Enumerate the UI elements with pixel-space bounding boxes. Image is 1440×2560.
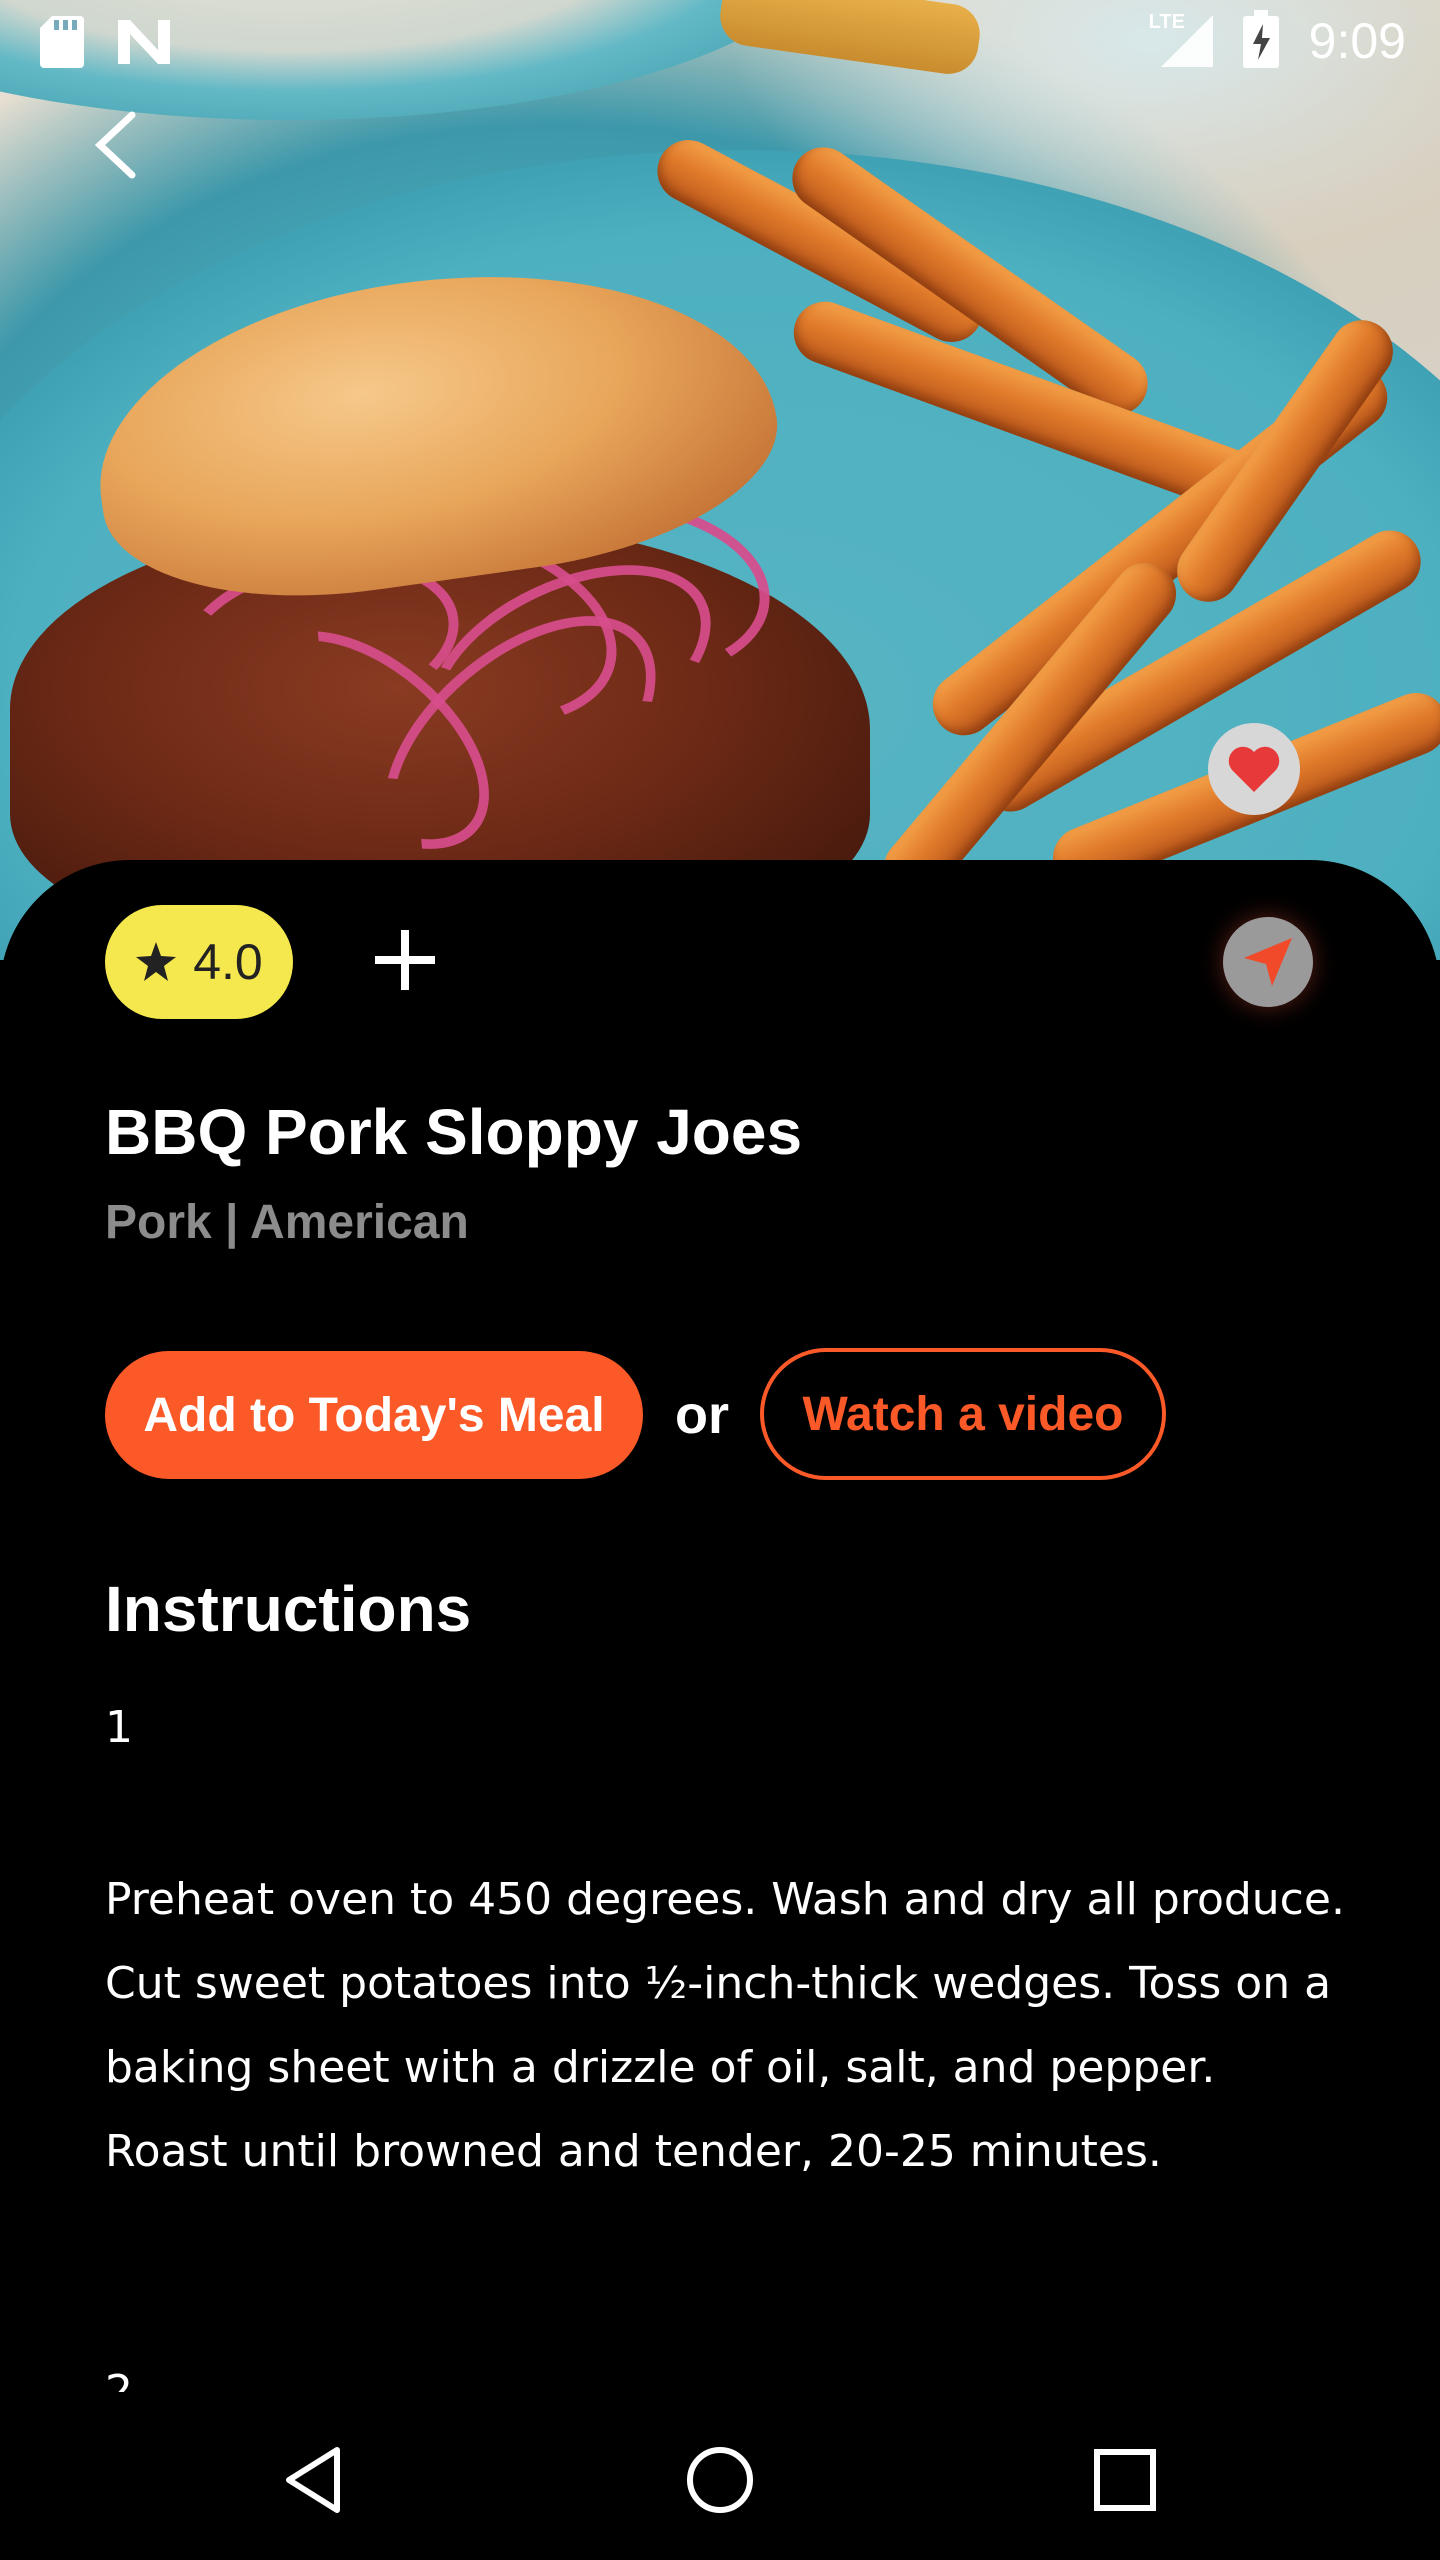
step-number: 2 [105,2370,133,2392]
plus-icon [375,930,435,990]
step-text: Preheat oven to 450 degrees. Wash and dr… [105,1874,1345,2177]
nav-back-button[interactable] [275,2440,355,2520]
star-icon [136,942,177,981]
status-bar: LTE 9:09 [0,0,1440,84]
navigation-bar [0,2400,1440,2560]
back-triangle-icon [286,2447,340,2513]
favorite-button[interactable] [1208,723,1300,815]
share-button[interactable] [1223,917,1313,1007]
nav-recents-button[interactable] [1085,2440,1165,2520]
or-label: or [675,1385,729,1445]
send-arrow-icon [1244,938,1292,986]
add-button[interactable] [370,920,440,1000]
nav-home-button[interactable] [680,2440,760,2520]
status-time: 9:09 [1308,13,1406,69]
n-notification-icon [118,20,170,68]
rating-value: 4.0 [193,934,263,990]
recipe-hero-image [0,0,1440,960]
lte-signal-icon: LTE [1149,11,1213,67]
heart-icon [1228,746,1280,792]
sd-card-icon [40,16,84,72]
home-circle-icon [687,2447,753,2513]
back-button[interactable] [80,105,160,185]
add-to-todays-meal-button[interactable]: Add to Today's Meal [105,1351,643,1479]
rating-chip[interactable]: 4.0 [105,905,293,1019]
recents-square-icon [1094,2449,1156,2511]
watch-video-button[interactable]: Watch a video [760,1348,1166,1480]
battery-charging-icon [1242,10,1279,72]
instructions-heading: Instructions [105,1573,472,1645]
step-number: 1 [105,1702,133,1753]
recipe-category: Pork | American [105,1196,469,1249]
arrow-back-icon [94,111,136,179]
recipe-title: BBQ Pork Sloppy Joes [105,1096,803,1168]
